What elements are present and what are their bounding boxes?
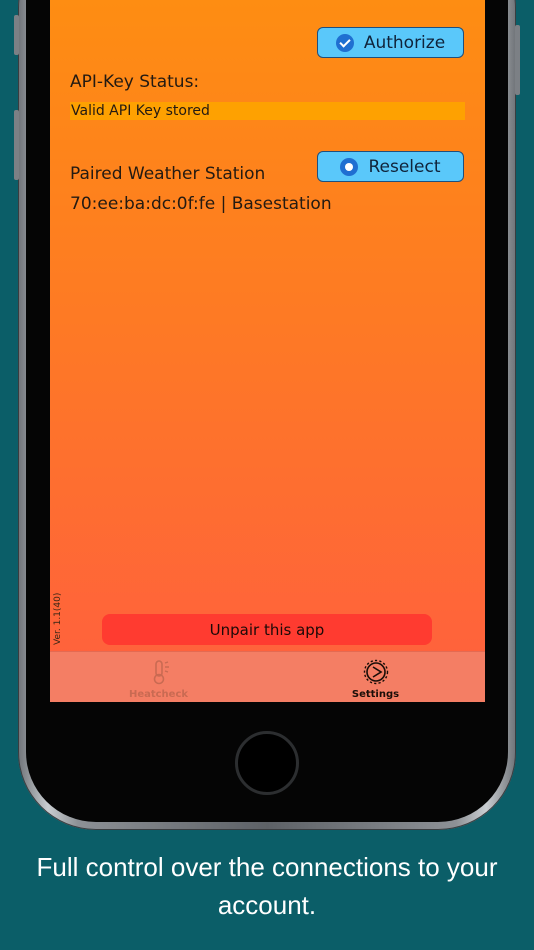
api-key-status-title: API-Key Status:	[70, 72, 200, 92]
unpair-label: Unpair this app	[209, 620, 325, 639]
tab-settings-label: Settings	[351, 689, 400, 700]
gear-icon	[363, 659, 388, 685]
volume-button	[14, 110, 19, 180]
reselect-button[interactable]: Reselect	[317, 151, 464, 182]
thermometer-icon	[153, 660, 169, 685]
authorize-button[interactable]: Authorize	[317, 27, 464, 58]
home-button	[235, 731, 299, 795]
tab-bar: Heatcheck Settings	[50, 651, 485, 702]
caption-line-1: Full control over the connections to you…	[36, 852, 498, 882]
tab-heatcheck-label: Heatcheck	[128, 689, 189, 700]
api-key-status-value: Valid API Key stored	[70, 102, 465, 120]
version-label: Ver. 1.1(40)	[53, 592, 63, 645]
reselect-label: Reselect	[368, 156, 441, 177]
app-screen: Authorize API-Key Status: Valid API Key …	[50, 0, 485, 702]
caption-line-2: account.	[217, 890, 317, 920]
mute-switch	[14, 15, 19, 55]
station-value: 70:ee:ba:dc:0f:fe | Basestation	[70, 194, 332, 214]
tab-heatcheck[interactable]: Heatcheck	[50, 652, 267, 702]
power-button	[515, 25, 520, 95]
tab-settings[interactable]: Settings	[267, 652, 484, 702]
unpair-button[interactable]: Unpair this app	[102, 614, 432, 645]
screenshot: Authorize API-Key Status: Valid API Key …	[0, 0, 534, 950]
authorize-label: Authorize	[363, 32, 446, 53]
checkmark-icon	[335, 33, 354, 52]
paired-station-title: Paired Weather Station	[70, 164, 266, 184]
radio-icon	[340, 157, 359, 176]
marketing-caption: Full control over the connections to you…	[0, 848, 534, 924]
